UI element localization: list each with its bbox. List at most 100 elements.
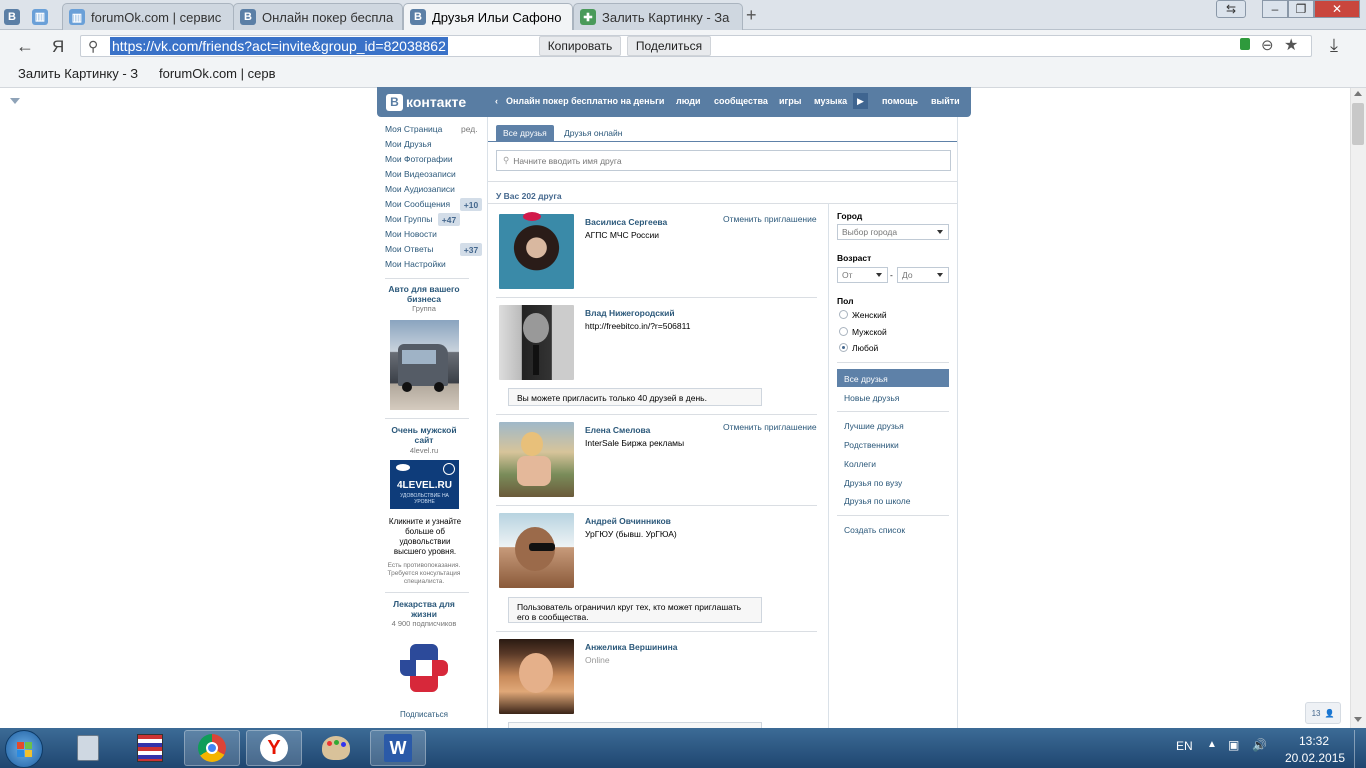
taskbar-paint[interactable] bbox=[308, 730, 364, 766]
show-desktop-button[interactable] bbox=[1354, 730, 1366, 768]
vk-logo[interactable]: Вконтакте bbox=[386, 92, 466, 112]
maximize-button[interactable]: ❐ bbox=[1288, 0, 1314, 18]
list-best-friends[interactable]: Лучшие друзья bbox=[844, 421, 904, 431]
taskbar-chrome[interactable] bbox=[184, 730, 240, 766]
menu-groups[interactable]: Мои Группы bbox=[385, 214, 432, 224]
tab-all-friends[interactable]: Все друзья bbox=[496, 125, 554, 141]
url-text[interactable]: https://vk.com/friends?act=invite&group_… bbox=[110, 37, 448, 55]
tab-friends[interactable]: В Друзья Ильи Сафоно bbox=[403, 3, 573, 30]
cancel-invite-link[interactable]: Отменить приглашение bbox=[723, 214, 817, 224]
collapse-arrow-icon[interactable] bbox=[10, 98, 20, 104]
nav-help[interactable]: помощь bbox=[882, 96, 918, 106]
city-select[interactable]: Выбор города bbox=[837, 224, 949, 240]
online-friends-counter[interactable]: 13 👤 bbox=[1305, 702, 1341, 724]
messages-count-badge[interactable]: +10 bbox=[460, 198, 482, 211]
lock-icon[interactable] bbox=[1240, 38, 1250, 50]
nav-promo-link[interactable]: Онлайн покер бесплатно на деньги bbox=[506, 96, 664, 106]
copy-button[interactable]: Копировать bbox=[539, 36, 621, 56]
menu-my-page[interactable]: Моя Страница bbox=[385, 124, 442, 134]
age-to-select[interactable]: До bbox=[897, 267, 949, 283]
minimize-button[interactable]: – bbox=[1262, 0, 1288, 18]
menu-settings[interactable]: Мои Настройки bbox=[385, 259, 446, 269]
tab-forumok[interactable]: ▥ forumOk.com | сервис bbox=[62, 3, 234, 30]
radio-any[interactable] bbox=[839, 343, 848, 352]
friend-photo[interactable] bbox=[499, 214, 574, 289]
ad1-van-image[interactable] bbox=[390, 320, 459, 410]
nav-next-arrow-icon[interactable]: ▶ bbox=[853, 93, 868, 109]
download-icon[interactable]: ⤓ bbox=[1330, 35, 1338, 56]
scroll-down-icon[interactable] bbox=[1354, 717, 1362, 722]
menu-news[interactable]: Мои Новости bbox=[385, 229, 437, 239]
create-list-link[interactable]: Создать список bbox=[844, 525, 905, 535]
zoom-icon[interactable]: ⊖ bbox=[1261, 36, 1274, 54]
radio-male-label[interactable]: Мужской bbox=[852, 327, 887, 337]
taskbar-calculator[interactable] bbox=[60, 730, 116, 766]
pinned-tab-vk[interactable]: В bbox=[2, 3, 28, 30]
taskbar-yandex[interactable]: Y bbox=[246, 730, 302, 766]
clock-date[interactable]: 20.02.2015 bbox=[1285, 751, 1345, 765]
ad2-text[interactable]: Кликните и узнайте больше об удовольстви… bbox=[385, 517, 465, 557]
sync-icon[interactable]: ⇆ bbox=[1216, 0, 1246, 18]
nav-communities[interactable]: сообщества bbox=[714, 96, 768, 106]
age-from-select[interactable]: От bbox=[837, 267, 888, 283]
ad2-title[interactable]: Очень мужской сайт bbox=[385, 425, 463, 445]
nav-games[interactable]: игры bbox=[779, 96, 801, 106]
bookmark-upload-image[interactable]: Залить Картинку - З bbox=[18, 66, 138, 81]
ad2-logo-image[interactable]: 4LEVEL.RU УДОВОЛЬСТВИЕ НА УРОВНЕ bbox=[390, 460, 459, 509]
friend-name[interactable]: Влад Нижегородский bbox=[585, 308, 675, 318]
ad1-title[interactable]: Авто для вашего бизнеса bbox=[385, 284, 463, 304]
clock-time[interactable]: 13:32 bbox=[1299, 734, 1329, 748]
nav-promo-arrow-icon[interactable]: ‹ bbox=[495, 96, 498, 106]
friend-name[interactable]: Анжелика Вершинина bbox=[585, 642, 677, 652]
menu-photos[interactable]: Мои Фотографии bbox=[385, 154, 453, 164]
radio-female-label[interactable]: Женский bbox=[852, 310, 887, 320]
taskbar-archive[interactable] bbox=[122, 730, 178, 766]
list-all-friends[interactable]: Все друзья bbox=[844, 374, 888, 384]
list-university[interactable]: Друзья по вузу bbox=[844, 478, 902, 488]
tab-friends-online[interactable]: Друзья онлайн bbox=[564, 125, 622, 141]
network-icon[interactable]: ▣ bbox=[1228, 738, 1239, 752]
groups-count-badge[interactable]: +47 bbox=[438, 213, 460, 226]
friend-photo[interactable] bbox=[499, 305, 574, 380]
nav-logout[interactable]: выйти bbox=[931, 96, 960, 106]
radio-female[interactable] bbox=[839, 310, 848, 319]
list-school[interactable]: Друзья по школе bbox=[844, 496, 910, 506]
star-icon[interactable]: ★ bbox=[1284, 35, 1298, 55]
friend-name[interactable]: Елена Смелова bbox=[585, 425, 650, 435]
yandex-logo[interactable]: Я bbox=[52, 37, 64, 57]
friend-photo[interactable] bbox=[499, 513, 574, 588]
back-arrow-icon[interactable]: ← bbox=[16, 36, 34, 57]
menu-answers[interactable]: Мои Ответы bbox=[385, 244, 433, 254]
tab-upload-image[interactable]: ✚ Залить Картинку - За bbox=[573, 3, 743, 30]
list-relatives[interactable]: Родственники bbox=[844, 440, 899, 450]
ad3-title[interactable]: Лекарства для жизни bbox=[385, 599, 463, 619]
list-colleagues[interactable]: Коллеги bbox=[844, 459, 876, 469]
friend-search-input[interactable]: ⚲ Начните вводить имя друга bbox=[496, 150, 951, 171]
friend-photo[interactable] bbox=[499, 639, 574, 714]
scroll-thumb[interactable] bbox=[1352, 103, 1364, 145]
friend-photo[interactable] bbox=[499, 422, 574, 497]
radio-male[interactable] bbox=[839, 327, 848, 336]
friend-name[interactable]: Андрей Овчинников bbox=[585, 516, 671, 526]
page-scrollbar[interactable] bbox=[1350, 88, 1366, 728]
close-window-button[interactable]: ✕ bbox=[1314, 0, 1360, 18]
nav-people[interactable]: люди bbox=[676, 96, 701, 106]
share-button[interactable]: Поделиться bbox=[627, 36, 711, 56]
new-tab-icon[interactable]: + bbox=[746, 5, 757, 26]
scroll-up-icon[interactable] bbox=[1354, 91, 1362, 96]
volume-icon[interactable]: 🔊 bbox=[1252, 738, 1267, 752]
menu-videos[interactable]: Мои Видеозаписи bbox=[385, 169, 456, 179]
nav-music[interactable]: музыка bbox=[814, 96, 847, 106]
ad3-subscribe-link[interactable]: Подписаться bbox=[385, 710, 463, 719]
ad3-cross-logo[interactable] bbox=[396, 640, 452, 696]
tray-expand-icon[interactable]: ▲ bbox=[1207, 739, 1217, 750]
menu-friends[interactable]: Мои Друзья bbox=[385, 139, 432, 149]
friend-name[interactable]: Василиса Сергеева bbox=[585, 217, 667, 227]
menu-edit-link[interactable]: ред. bbox=[461, 124, 478, 134]
friend-info[interactable]: http://freebitco.in/?r=506811 bbox=[585, 321, 690, 331]
taskbar-word[interactable]: W bbox=[370, 730, 426, 766]
menu-messages[interactable]: Мои Сообщения bbox=[385, 199, 450, 209]
keyboard-language[interactable]: EN bbox=[1176, 739, 1193, 753]
cancel-invite-link[interactable]: Отменить приглашение bbox=[723, 422, 817, 432]
radio-any-label[interactable]: Любой bbox=[852, 343, 878, 353]
